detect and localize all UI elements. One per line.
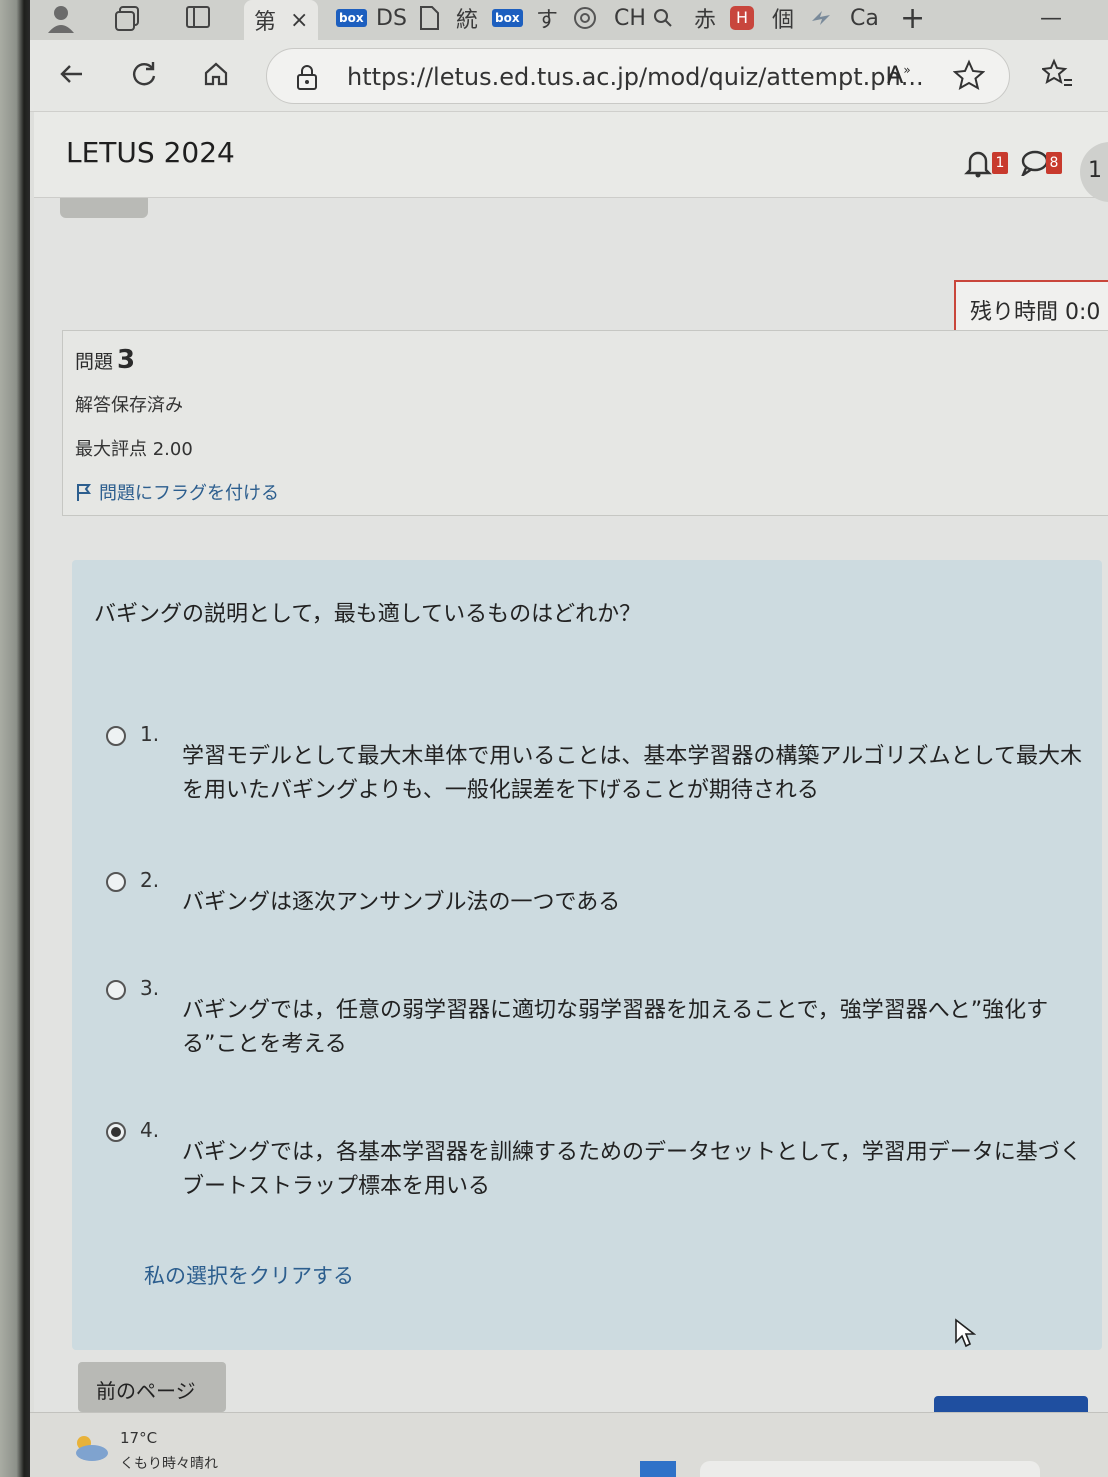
chatgpt-icon	[574, 7, 596, 29]
mouse-cursor-icon	[954, 1318, 977, 1355]
flag-question-link[interactable]: 問題にフラグを付ける	[75, 479, 279, 505]
profile-icon[interactable]	[46, 0, 76, 36]
answer-text[interactable]: バギングでは，各基本学習器を訓練するためのデータセットとして，学習用データに基づ…	[182, 1136, 1092, 1204]
tab-label: CH	[614, 5, 646, 31]
tab-red-app[interactable]: H	[730, 0, 754, 36]
answer-text[interactable]: バギングでは，任意の弱学習器に適切な弱学習器を加えることで，強学習器へと”強化す…	[182, 994, 1092, 1062]
tab-label: DS	[376, 5, 407, 31]
minimize-icon: —	[1040, 5, 1062, 31]
tab-search[interactable]	[652, 0, 674, 36]
user-menu-label: 1	[1088, 158, 1102, 183]
user-menu[interactable]: 1	[1080, 142, 1108, 202]
answer-number: 4.	[140, 1118, 160, 1142]
clear-choice-link[interactable]: 私の選択をクリアする	[144, 1260, 354, 1290]
tab-document[interactable]	[418, 0, 440, 36]
tab-active[interactable]: 第 ×	[244, 0, 319, 40]
page-content: LETUS 2024 1 8 1 残り時間 0:0 問題 3 解答保存済み 最大評…	[34, 112, 1108, 1446]
answer-text[interactable]: 学習モデルとして最大木単体で用いることは、基本学習器の構築アルゴリズムとして最大…	[182, 740, 1092, 808]
favorites-button[interactable]	[1038, 54, 1078, 94]
tab-label: 第	[254, 10, 277, 35]
flag-icon	[77, 484, 91, 501]
tab-label: 個	[772, 8, 795, 33]
answer-radio[interactable]	[106, 872, 126, 892]
monitor-bezel	[0, 0, 30, 1477]
new-tab-button[interactable]: +	[900, 0, 925, 36]
tab-ko[interactable]: 個	[772, 0, 794, 36]
tab-su[interactable]: す	[536, 0, 558, 36]
tab-aka[interactable]: 赤	[694, 0, 716, 36]
url-text[interactable]: https://letus.ed.tus.ac.jp/mod/quiz/atte…	[347, 63, 924, 91]
lightning-icon	[812, 11, 830, 25]
search-icon	[654, 9, 672, 27]
answer-text[interactable]: バギングは逐次アンサンブル法の一つである	[182, 886, 1092, 920]
read-aloud-icon[interactable]: A»	[887, 61, 911, 89]
answer-number: 3.	[140, 976, 160, 1000]
question-text: バギングの説明として，最も適しているものはどれか？	[94, 602, 642, 627]
tab-chatgpt[interactable]	[572, 0, 598, 36]
notification-bell-icon[interactable]	[964, 148, 992, 185]
answer-radio[interactable]	[106, 726, 126, 746]
question-info-panel: 問題 3 解答保存済み 最大評点 2.00 問題にフラグを付ける	[62, 330, 1108, 516]
reload-button[interactable]	[124, 54, 164, 94]
favorites-list-icon	[1042, 58, 1072, 86]
minimize-button[interactable]: —	[1040, 0, 1062, 36]
lock-icon[interactable]	[295, 63, 319, 95]
question-number-value: 3	[117, 345, 136, 375]
tab-label: 赤	[694, 8, 717, 33]
answer-radio[interactable]	[106, 980, 126, 1000]
weather-temperature: 17°C	[120, 1429, 158, 1447]
message-count-badge: 8	[1046, 152, 1062, 174]
address-bar[interactable]: https://letus.ed.tus.ac.jp/mod/quiz/atte…	[266, 48, 1010, 104]
weather-cloud-icon[interactable]	[70, 1433, 110, 1471]
workspaces-icon[interactable]	[114, 0, 144, 36]
tab-box-2[interactable]: box	[492, 0, 523, 36]
question-state: 解答保存済み	[75, 395, 183, 416]
vertical-tabs-icon[interactable]	[184, 0, 212, 36]
question-max-grade: 最大評点 2.00	[75, 439, 193, 460]
tab-ca[interactable]: Ca	[850, 0, 879, 36]
document-icon	[420, 6, 439, 30]
tab-close-icon[interactable]: ×	[290, 8, 308, 33]
reload-icon	[133, 62, 156, 86]
screen: 第 × box DS 統 box す CH 赤 H 個 Ca + — https…	[30, 0, 1108, 1477]
windows-start-icon[interactable]	[640, 1461, 676, 1477]
time-remaining-label: 残り時間 0:0	[970, 300, 1101, 325]
favorite-star-icon[interactable]	[952, 59, 986, 95]
tab-stats[interactable]: 統	[456, 0, 478, 36]
tab-label: 統	[456, 8, 479, 33]
question-label: 問題	[75, 351, 114, 373]
answer-number: 2.	[140, 868, 160, 892]
question-content: バギングの説明として，最も適しているものはどれか？ 1. 学習モデルとして最大木…	[72, 560, 1102, 1350]
tab-label: す	[536, 8, 559, 33]
notification-count-badge: 1	[992, 152, 1008, 174]
tab-lightning[interactable]	[808, 0, 834, 36]
time-remaining: 残り時間 0:0	[954, 280, 1108, 336]
back-button[interactable]	[52, 54, 92, 94]
flag-link-label: 問題にフラグを付ける	[99, 483, 279, 504]
previous-page-button[interactable]: 前のページ	[78, 1362, 226, 1412]
plus-icon: +	[900, 0, 926, 36]
browser-tab-strip: 第 × box DS 統 box す CH 赤 H 個 Ca + —	[30, 0, 1108, 40]
box-logo-icon: box	[336, 9, 367, 27]
browser-toolbar: https://letus.ed.tus.ac.jp/mod/quiz/atte…	[30, 40, 1108, 112]
site-title[interactable]: LETUS 2024	[66, 136, 235, 169]
tab-ds[interactable]: DS	[376, 0, 407, 36]
weather-description: くもり時々晴れ	[120, 1456, 218, 1472]
tab-label: Ca	[850, 5, 879, 31]
app-logo-icon: H	[730, 6, 754, 30]
back-arrow-icon	[60, 65, 82, 83]
question-number: 問題 3	[75, 345, 135, 375]
tab-ch[interactable]: CH	[614, 0, 646, 36]
home-icon	[204, 62, 228, 86]
top-nav-button-partial[interactable]	[60, 198, 148, 218]
home-button[interactable]	[196, 54, 236, 94]
os-taskbar: 17°C くもり時々晴れ	[30, 1412, 1108, 1477]
answer-number: 1.	[140, 722, 160, 746]
answer-radio-checked[interactable]	[106, 1122, 126, 1142]
site-header: LETUS 2024 1 8 1	[34, 112, 1108, 202]
taskbar-search[interactable]	[700, 1461, 1040, 1477]
tab-box-1[interactable]: box	[336, 0, 367, 36]
box-logo-icon: box	[492, 9, 523, 27]
